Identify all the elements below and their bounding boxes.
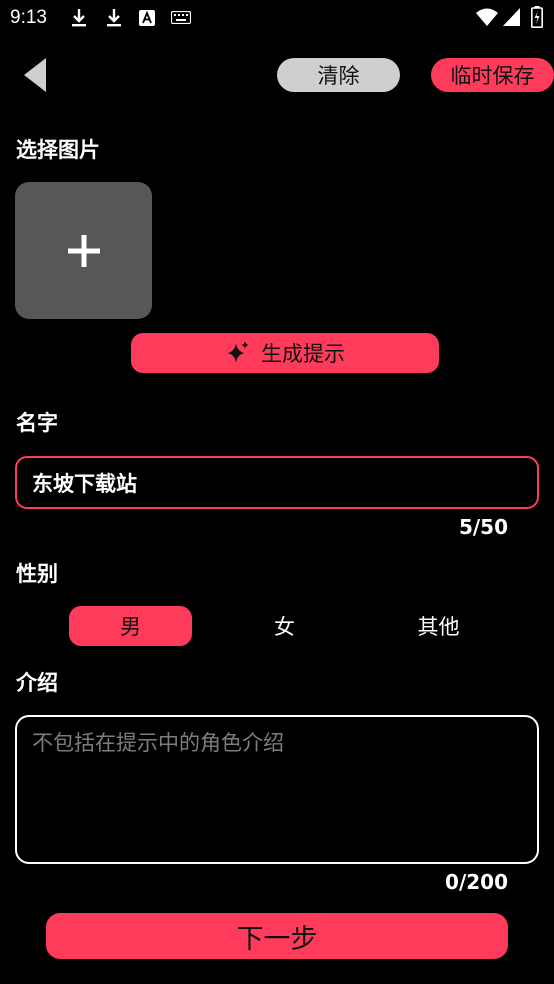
temp-save-button[interactable]: 临时保存	[431, 58, 554, 92]
image-picker[interactable]	[15, 182, 152, 319]
battery-charging-icon	[531, 6, 543, 28]
download-icon	[107, 9, 121, 27]
intro-char-counter: 0/200	[445, 870, 508, 894]
name-input-value: 东坡下载站	[32, 471, 137, 496]
signal-icon	[503, 8, 520, 26]
font-a-icon	[139, 10, 155, 26]
keyboard-icon	[171, 11, 191, 24]
download-icon	[72, 9, 86, 27]
gender-option-male[interactable]: 男	[69, 606, 192, 646]
status-bar: 9:13	[0, 0, 554, 38]
name-input[interactable]: 东坡下载站	[15, 456, 539, 509]
wifi-icon	[476, 8, 498, 26]
back-arrow-icon[interactable]	[20, 56, 52, 94]
name-char-counter: 5/50	[458, 515, 508, 539]
generate-prompt-label: 生成提示	[261, 342, 345, 366]
add-icon	[67, 234, 100, 267]
intro-textarea[interactable]: 不包括在提示中的角色介绍	[15, 715, 539, 864]
select-image-label: 选择图片	[16, 138, 100, 162]
generate-prompt-button[interactable]: 生成提示	[131, 333, 439, 373]
status-time: 9:13	[10, 7, 47, 28]
gender-option-other[interactable]: 其他	[377, 606, 500, 646]
gender-label: 性别	[16, 562, 58, 586]
name-label: 名字	[16, 411, 58, 435]
sparkle-icon	[228, 341, 249, 363]
intro-placeholder: 不包括在提示中的角色介绍	[32, 731, 284, 755]
intro-label: 介绍	[16, 671, 58, 695]
clear-button[interactable]: 清除	[277, 58, 400, 92]
next-step-button[interactable]: 下一步	[46, 913, 508, 959]
gender-option-female[interactable]: 女	[223, 606, 346, 646]
